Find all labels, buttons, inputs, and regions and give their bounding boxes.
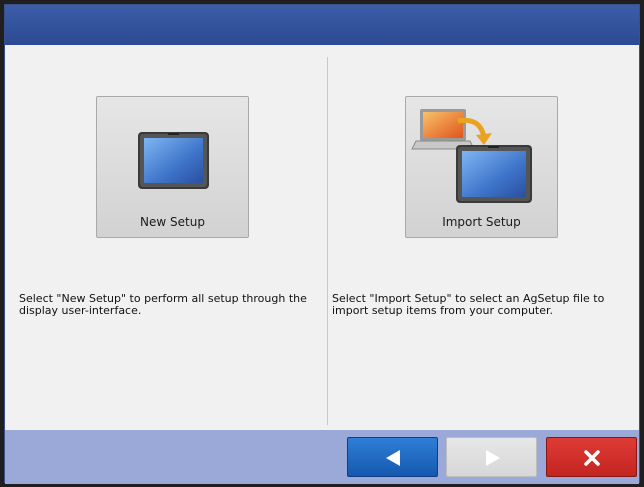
new-setup-label: New Setup (140, 215, 205, 229)
screen-frame: New Setup Import Setup Select "New Setup… (0, 0, 644, 487)
import-setup-label: Import Setup (442, 215, 521, 229)
import-setup-description: Select "Import Setup" to select an AgSet… (332, 292, 605, 317)
footer-bar (5, 430, 639, 484)
next-button[interactable] (446, 437, 537, 477)
setup-wizard-dialog: New Setup Import Setup Select "New Setup… (4, 4, 640, 484)
import-setup-button[interactable]: Import Setup (405, 96, 558, 238)
back-button[interactable] (347, 437, 438, 477)
new-setup-button[interactable]: New Setup (96, 96, 249, 238)
new-setup-description: Select "New Setup" to perform all setup … (19, 292, 307, 317)
cancel-button[interactable] (546, 437, 637, 477)
title-bar (5, 5, 639, 45)
content-area: New Setup Import Setup Select "New Setup… (5, 45, 639, 430)
column-divider (327, 57, 328, 425)
